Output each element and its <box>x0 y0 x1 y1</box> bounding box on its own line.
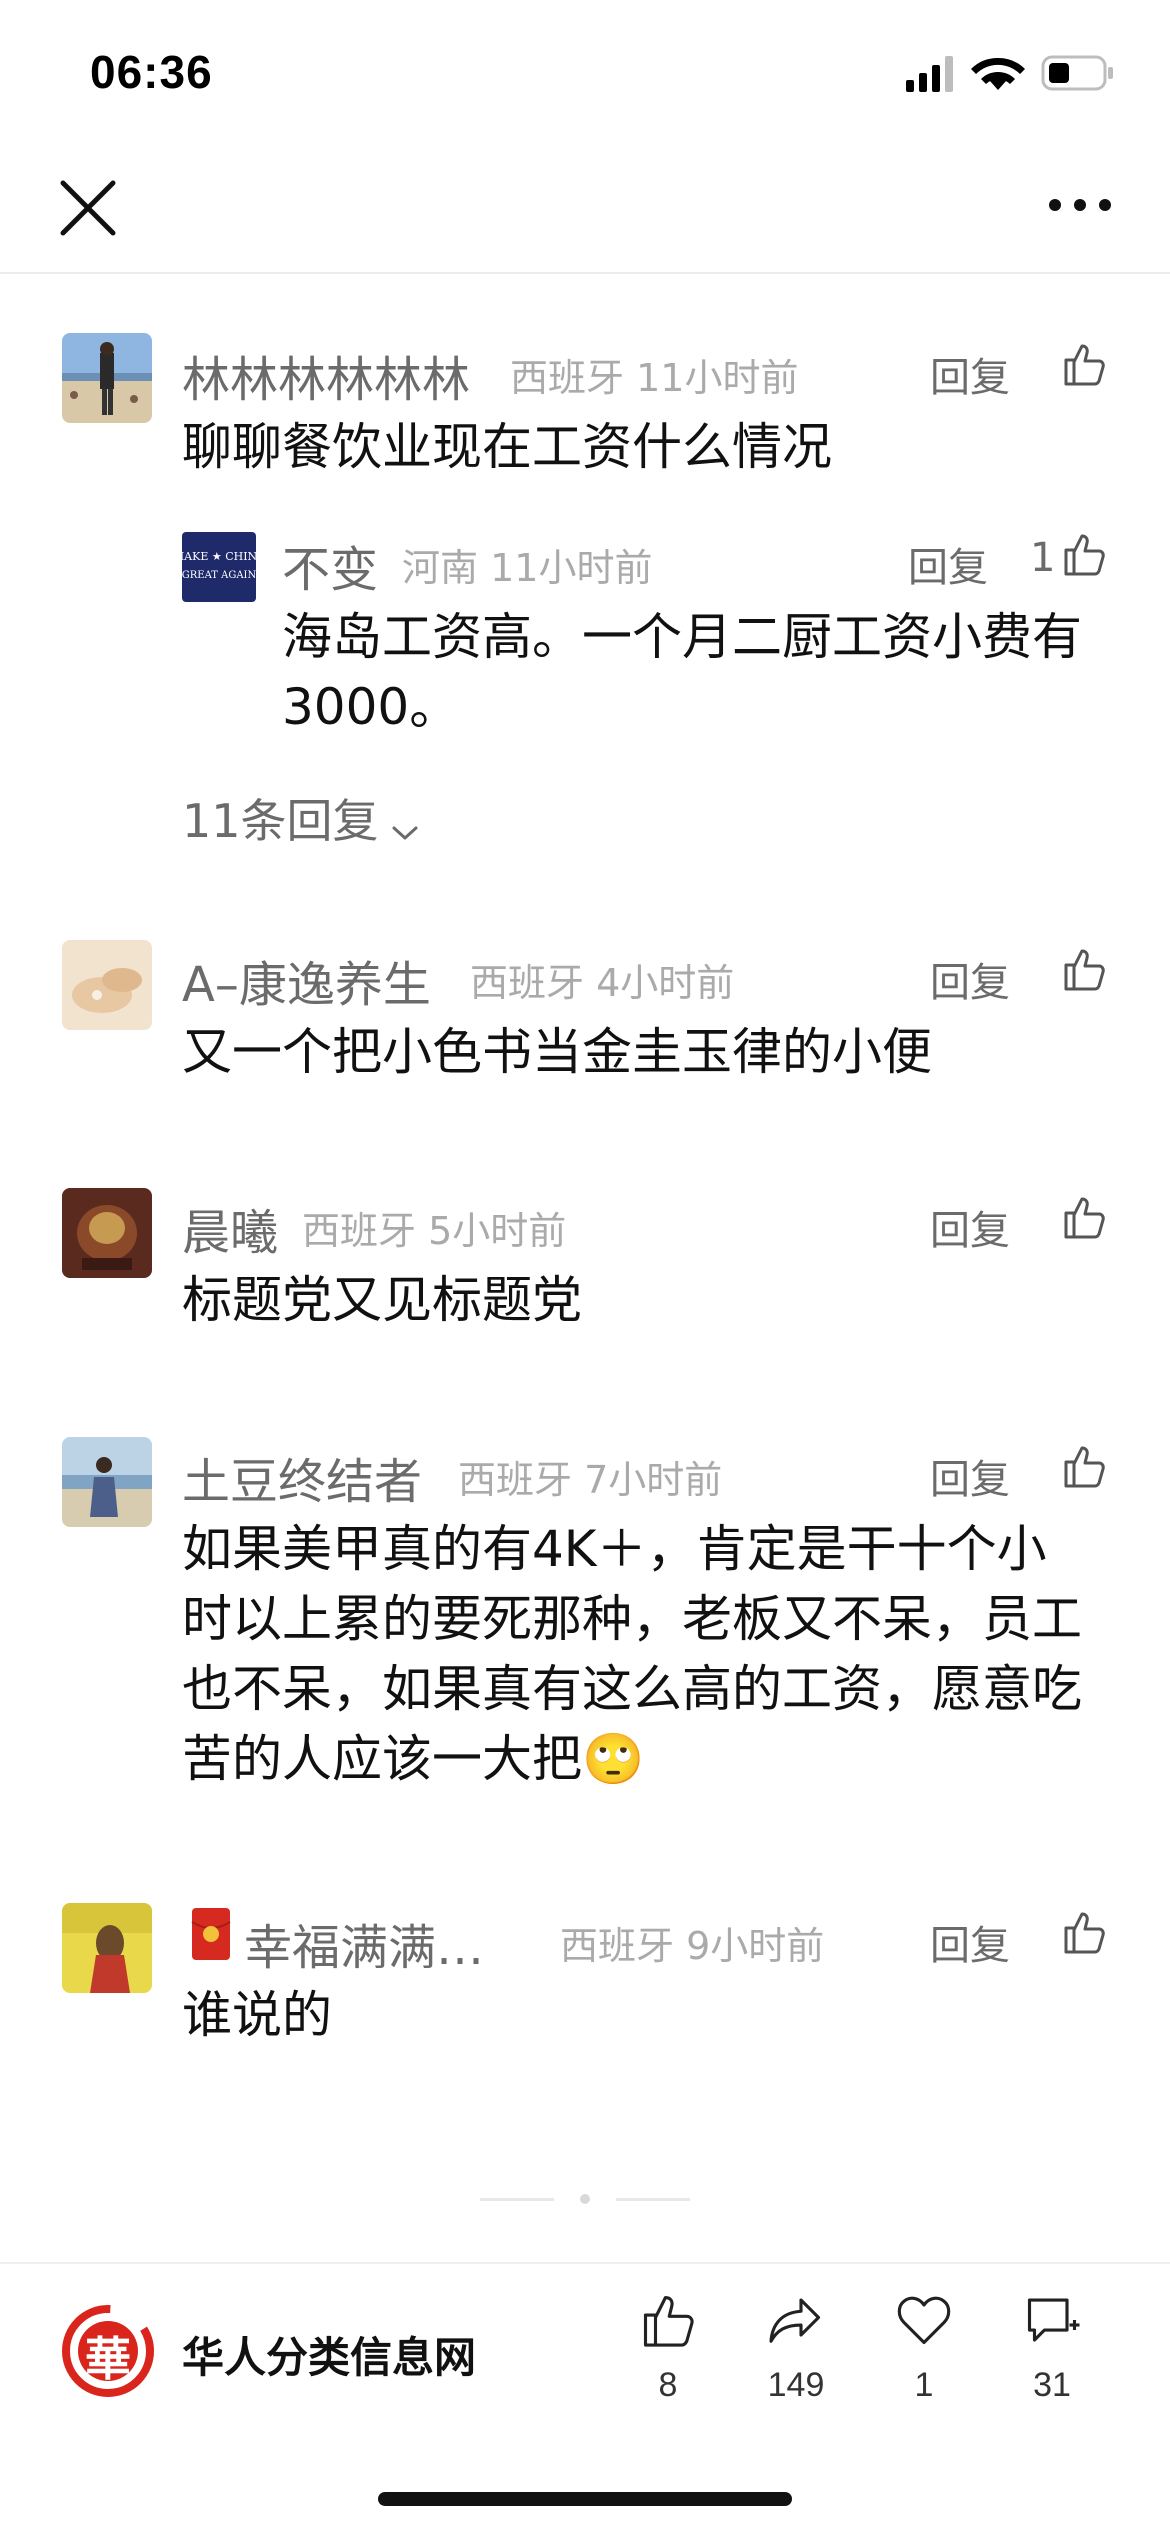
comment-meta: 西班牙 4小时前 <box>470 952 734 1007</box>
like-button[interactable] <box>1060 340 1108 388</box>
thumbs-up-icon <box>1064 1446 1105 1488</box>
brand-name[interactable]: 华人分类信息网 <box>182 2324 476 2385</box>
pager-line-right <box>616 2198 690 2201</box>
share-action-button[interactable]: 149 <box>746 2290 846 2420</box>
reply-button[interactable]: 回复 <box>930 1447 1010 1505</box>
thumbs-up-icon <box>1064 344 1105 386</box>
more-replies-label: 11条回复 <box>182 794 379 848</box>
comment-username[interactable]: A–康逸养生 <box>182 945 431 1015</box>
close-icon <box>60 180 116 236</box>
like-button[interactable] <box>1060 1442 1108 1490</box>
status-icons <box>900 52 1120 96</box>
like-action-button[interactable]: 8 <box>618 2290 718 2420</box>
avatar[interactable] <box>62 1188 152 1278</box>
avatar[interactable] <box>62 940 152 1030</box>
comment-username[interactable]: 土豆终结者 <box>182 1442 422 1512</box>
reply-button[interactable]: 回复 <box>930 1198 1010 1256</box>
like-count: 8 <box>658 2366 678 2404</box>
avatar[interactable] <box>62 1903 152 1993</box>
comment-action-button[interactable]: 31 <box>1002 2290 1102 2420</box>
comment-location: 西班牙 <box>302 1209 417 1253</box>
reply-button[interactable]: 回复 <box>908 535 988 593</box>
reply-button[interactable]: 回复 <box>930 1913 1010 1971</box>
reply-location: 河南 <box>402 546 479 590</box>
comment-meta: 西班牙 9小时前 <box>560 1915 824 1970</box>
thumbs-up-icon <box>1064 1912 1105 1954</box>
like-button[interactable] <box>1060 530 1108 578</box>
svg-text:GREAT AGAIN: GREAT AGAIN <box>182 570 256 581</box>
avatar[interactable] <box>62 1437 152 1527</box>
comment-location: 西班牙 <box>560 1924 675 1968</box>
cellular-signal-icon <box>906 56 953 92</box>
pager-line-left <box>480 2198 554 2201</box>
comment-text: 如果美甲真的有4K＋，肯定是干十个小时以上累的要死那种，老板又不呆，员工也不呆，… <box>182 1520 1082 1788</box>
favorite-count: 1 <box>914 2366 934 2404</box>
comment-count: 31 <box>1033 2366 1071 2404</box>
comment-location: 西班牙 <box>510 356 625 400</box>
battery-icon <box>1041 55 1113 91</box>
like-button[interactable] <box>1060 1193 1108 1241</box>
comment-text: 又一个把小色书当金圭玉律的小便 <box>182 1023 932 1081</box>
reply-text: 海岛工资高。一个月二厨工资小费有3000。 <box>282 608 1082 736</box>
bottom-divider <box>0 2262 1170 2264</box>
comment-text: 标题党又见标题党 <box>182 1271 582 1329</box>
reply-username[interactable]: 不变 <box>282 530 378 600</box>
thumbs-up-icon <box>643 2295 694 2347</box>
comment-meta: 西班牙 7小时前 <box>458 1449 722 1504</box>
thumbs-up-icon <box>1064 534 1105 576</box>
comment-time: 4小时前 <box>596 961 735 1005</box>
pager-dot <box>580 2194 590 2204</box>
wifi-icon <box>971 57 1025 90</box>
comment-username[interactable]: 幸福满满… <box>244 1908 484 1978</box>
avatar[interactable]: MAKE ★ CHINA GREAT AGAIN <box>182 532 256 602</box>
like-count: 1 <box>1030 535 1056 581</box>
brand-logo-text: 華 <box>85 2332 131 2386</box>
favorite-action-button[interactable]: 1 <box>874 2290 974 2420</box>
comment-add-icon <box>1027 2298 1080 2342</box>
comment-time: 5小时前 <box>428 1209 567 1253</box>
heart-icon <box>897 2296 951 2345</box>
nav-divider <box>0 272 1170 274</box>
share-count: 149 <box>767 2366 825 2404</box>
comment-text: 谁说的 <box>182 1986 332 2044</box>
comment-time: 11小时前 <box>636 356 799 400</box>
reply-meta: 河南 11小时前 <box>402 537 652 592</box>
reply-button[interactable]: 回复 <box>930 345 1010 403</box>
comment-meta: 西班牙 5小时前 <box>302 1200 566 1255</box>
comment-time: 9小时前 <box>686 1924 825 1968</box>
svg-text:MAKE ★ CHINA: MAKE ★ CHINA <box>182 550 256 563</box>
comment-location: 西班牙 <box>458 1458 573 1502</box>
reply-button[interactable]: 回复 <box>930 950 1010 1008</box>
close-button[interactable] <box>55 175 121 241</box>
status-time: 06:36 <box>90 46 213 98</box>
comment-location: 西班牙 <box>470 961 585 1005</box>
share-icon <box>769 2298 821 2343</box>
more-horizontal-icon <box>1049 199 1111 211</box>
comment-username[interactable]: 林林林林林林 <box>182 340 470 410</box>
more-options-button[interactable] <box>1045 185 1115 225</box>
comment-text: 聊聊餐饮业现在工资什么情况 <box>182 418 832 476</box>
like-button[interactable] <box>1060 945 1108 993</box>
thumbs-up-icon <box>1064 1197 1105 1239</box>
chevron-down-icon <box>392 826 418 839</box>
comment-meta: 西班牙 11小时前 <box>510 347 798 402</box>
comment-time: 7小时前 <box>584 1458 723 1502</box>
thumbs-up-icon <box>1064 949 1105 991</box>
more-replies-button[interactable]: 11条回复 <box>182 785 420 851</box>
reply-time: 11小时前 <box>490 546 653 590</box>
home-indicator <box>378 2492 792 2506</box>
like-button[interactable] <box>1060 1908 1108 1956</box>
brand-logo[interactable]: 華 <box>62 2305 154 2397</box>
comment-username[interactable]: 晨曦 <box>182 1193 278 1263</box>
red-envelope-icon <box>190 1906 232 1962</box>
avatar[interactable] <box>62 333 152 423</box>
